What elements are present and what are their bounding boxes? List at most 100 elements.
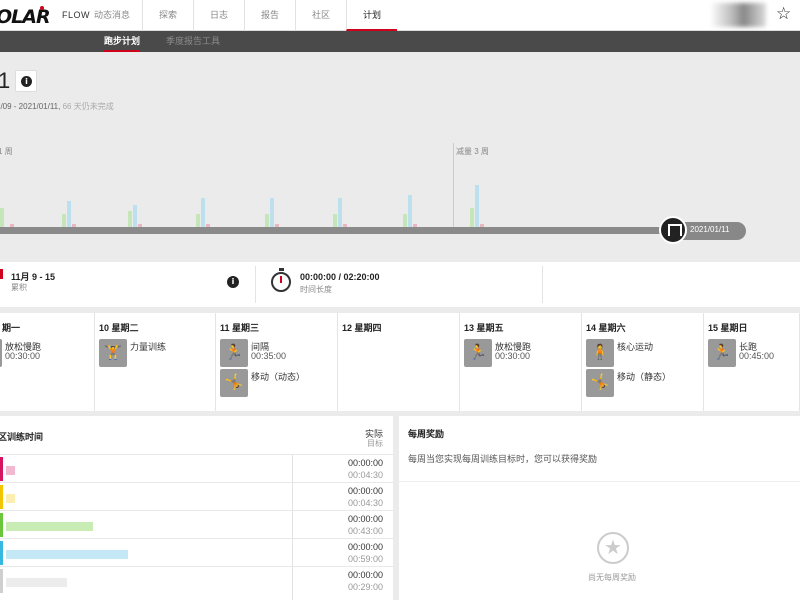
mobility-icon: 🤸	[220, 369, 248, 397]
day-header: 13 星期五	[464, 323, 504, 333]
zone-row: 00:00:00 00:59:00	[0, 538, 393, 566]
tab-running-plan[interactable]: 跑步计划	[104, 31, 141, 52]
chart-bar	[270, 198, 274, 227]
chart-bar	[470, 207, 474, 227]
zone-row: 00:00:00 00:04:30	[0, 454, 393, 482]
zone-actual: 00:00:00	[347, 458, 383, 468]
running-icon: 🏃	[464, 339, 492, 367]
zone-time-title: 区训练时间	[0, 432, 44, 442]
zone-target: 00:29:00	[347, 582, 383, 592]
chart-bar	[201, 198, 205, 227]
cumulative-label: 累积	[11, 283, 27, 292]
day-header: 期一	[2, 323, 21, 333]
phase-label: 1 周	[0, 147, 13, 156]
zone-row: 00:00:00 00:04:30	[0, 482, 393, 510]
session-item[interactable]: 🏋 力量训练	[99, 339, 215, 367]
session-item[interactable]: 🤸 移动（静态）	[586, 369, 702, 397]
chart-bar	[408, 195, 412, 227]
chart-bar	[133, 204, 137, 227]
week-summary: 11月 9 - 15 累积 i 00:00:00 / 02:20:00 时间长度	[0, 262, 800, 307]
session-duration: 00:30:00	[5, 351, 41, 361]
timeline-marker-icon[interactable]	[659, 216, 687, 244]
zone-color-swatch	[0, 457, 3, 481]
session-name: 力量训练	[130, 342, 167, 352]
favorites-star-icon[interactable]: ☆	[776, 4, 791, 24]
summary-info-icon[interactable]: i	[227, 276, 239, 288]
sub-navigation: 跑步计划 季度报告工具	[0, 31, 800, 52]
zone-target-bar	[6, 550, 128, 559]
day-header: 11 星期三	[220, 323, 260, 333]
session-item[interactable]: 🤸 移动（动态）	[220, 369, 336, 397]
reward-title: 每周奖励	[408, 429, 445, 439]
duration-label: 时间长度	[300, 285, 332, 294]
chart-bar	[128, 211, 132, 227]
zone-target-bar	[6, 522, 93, 531]
session-name: 移动（动态）	[251, 372, 306, 382]
day-column[interactable]: 10 星期二 🏋 力量训练	[95, 313, 216, 411]
chart-bar	[67, 201, 71, 227]
phase-divider	[453, 143, 454, 233]
day-header: 14 星期六	[586, 323, 626, 333]
zone-target: 00:43:00	[347, 526, 383, 536]
zone-target-bar	[6, 578, 67, 587]
zone-time-panel: 区训练时间 实际 目标 00:00:00 00:04:30 00:00:00 00:0…	[0, 416, 393, 600]
plan-timeline[interactable]	[0, 227, 745, 234]
chart-bar	[62, 214, 66, 227]
week-icon	[0, 269, 3, 279]
no-reward-label: 尚无每周奖励	[588, 573, 636, 582]
day-column[interactable]: 期一 🏃放松慢跑00:30:00	[0, 313, 95, 411]
zone-color-swatch	[0, 513, 3, 537]
plan-info-button[interactable]: i	[15, 70, 37, 92]
zone-target-bar	[6, 494, 15, 503]
strength-icon: 🏋	[99, 339, 127, 367]
session-item[interactable]: 🏃 间隔 00:35:00	[220, 339, 336, 367]
day-column[interactable]: 11 星期三 🏃 间隔 00:35:00 🤸 移动（动态）	[216, 313, 338, 411]
zone-actual: 00:00:00	[347, 570, 383, 580]
weekly-reward-panel: 每周奖励 每周当您实现每周训练目标时，您可以获得奖励 ★ 尚无每周奖励	[399, 416, 800, 600]
plan-remaining: 66 天仍未完成	[62, 102, 114, 111]
zone-target: 00:59:00	[347, 554, 383, 564]
zone-row: 00:00:00 00:29:00	[0, 566, 393, 594]
stopwatch-icon	[271, 268, 291, 292]
session-item[interactable]: 🏃放松慢跑00:30:00	[464, 339, 580, 367]
session-duration: 00:45:00	[739, 351, 775, 361]
week-duration: 00:00:00 / 02:20:00 时间长度	[255, 266, 543, 303]
day-column[interactable]: 14 星期六 🧍 核心运动 🤸 移动（静态）	[582, 313, 704, 411]
week-days: 期一 🏃放松慢跑00:30:00 10 星期二 🏋力量训练 11 星期三 🏃间隔00:35…	[0, 313, 800, 411]
nav-item[interactable]: 社区	[295, 0, 346, 31]
avatar[interactable]	[710, 3, 766, 27]
nav-item[interactable]: 日志	[193, 0, 244, 31]
zone-color-swatch	[0, 485, 3, 509]
mobility-icon: 🤸	[586, 369, 614, 397]
session-name: 移动（静态）	[617, 372, 672, 382]
day-header: 12 星期四	[342, 323, 382, 333]
plan-date-range: 1/09 - 2021/01/11, 66 天仍未完成	[0, 102, 114, 111]
zone-actual: 00:00:00	[347, 514, 383, 524]
session-item[interactable]: 🧍 核心运动	[586, 339, 702, 367]
day-column[interactable]: 12 星期四	[338, 313, 460, 411]
zone-actual: 00:00:00	[347, 486, 383, 496]
nav-item[interactable]: 动态消息	[82, 0, 142, 31]
reward-description: 每周当您实现每周训练目标时，您可以获得奖励	[408, 454, 598, 464]
divider	[399, 481, 800, 482]
zone-row: 00:00:00 00:43:00	[0, 510, 393, 538]
day-column[interactable]: 13 星期五 🏃 放松慢跑 00:30:00	[460, 313, 582, 411]
plan-title: 1	[0, 68, 11, 93]
zone-target-bar	[6, 466, 15, 475]
session-item[interactable]: 🏃 长跑 00:45:00	[708, 339, 800, 367]
week-summary-range: 11月 9 - 15 累积 i	[0, 262, 248, 307]
day-column[interactable]: 15 星期日 🏃 长跑 00:45:00	[704, 313, 800, 411]
top-navigation: OLAR FLOW 动态消息 探索 日志 报告 社区 计划 ☆	[0, 0, 800, 31]
polar-logo[interactable]: OLAR	[0, 6, 51, 28]
chart-bar	[196, 214, 200, 227]
tab-season-planner[interactable]: 季度报告工具	[166, 31, 220, 52]
core-icon: 🧍	[586, 339, 614, 367]
session-item[interactable]: 🏃放松慢跑00:30:00	[0, 339, 90, 367]
nav-item[interactable]: 报告	[244, 0, 295, 31]
target-label: 目标	[367, 439, 383, 448]
nav-item[interactable]: 计划	[346, 0, 397, 31]
running-icon: 🏃	[708, 339, 736, 367]
nav-item[interactable]: 探索	[142, 0, 193, 31]
running-icon: 🏃	[0, 339, 2, 367]
day-header: 15 星期日	[708, 323, 748, 333]
